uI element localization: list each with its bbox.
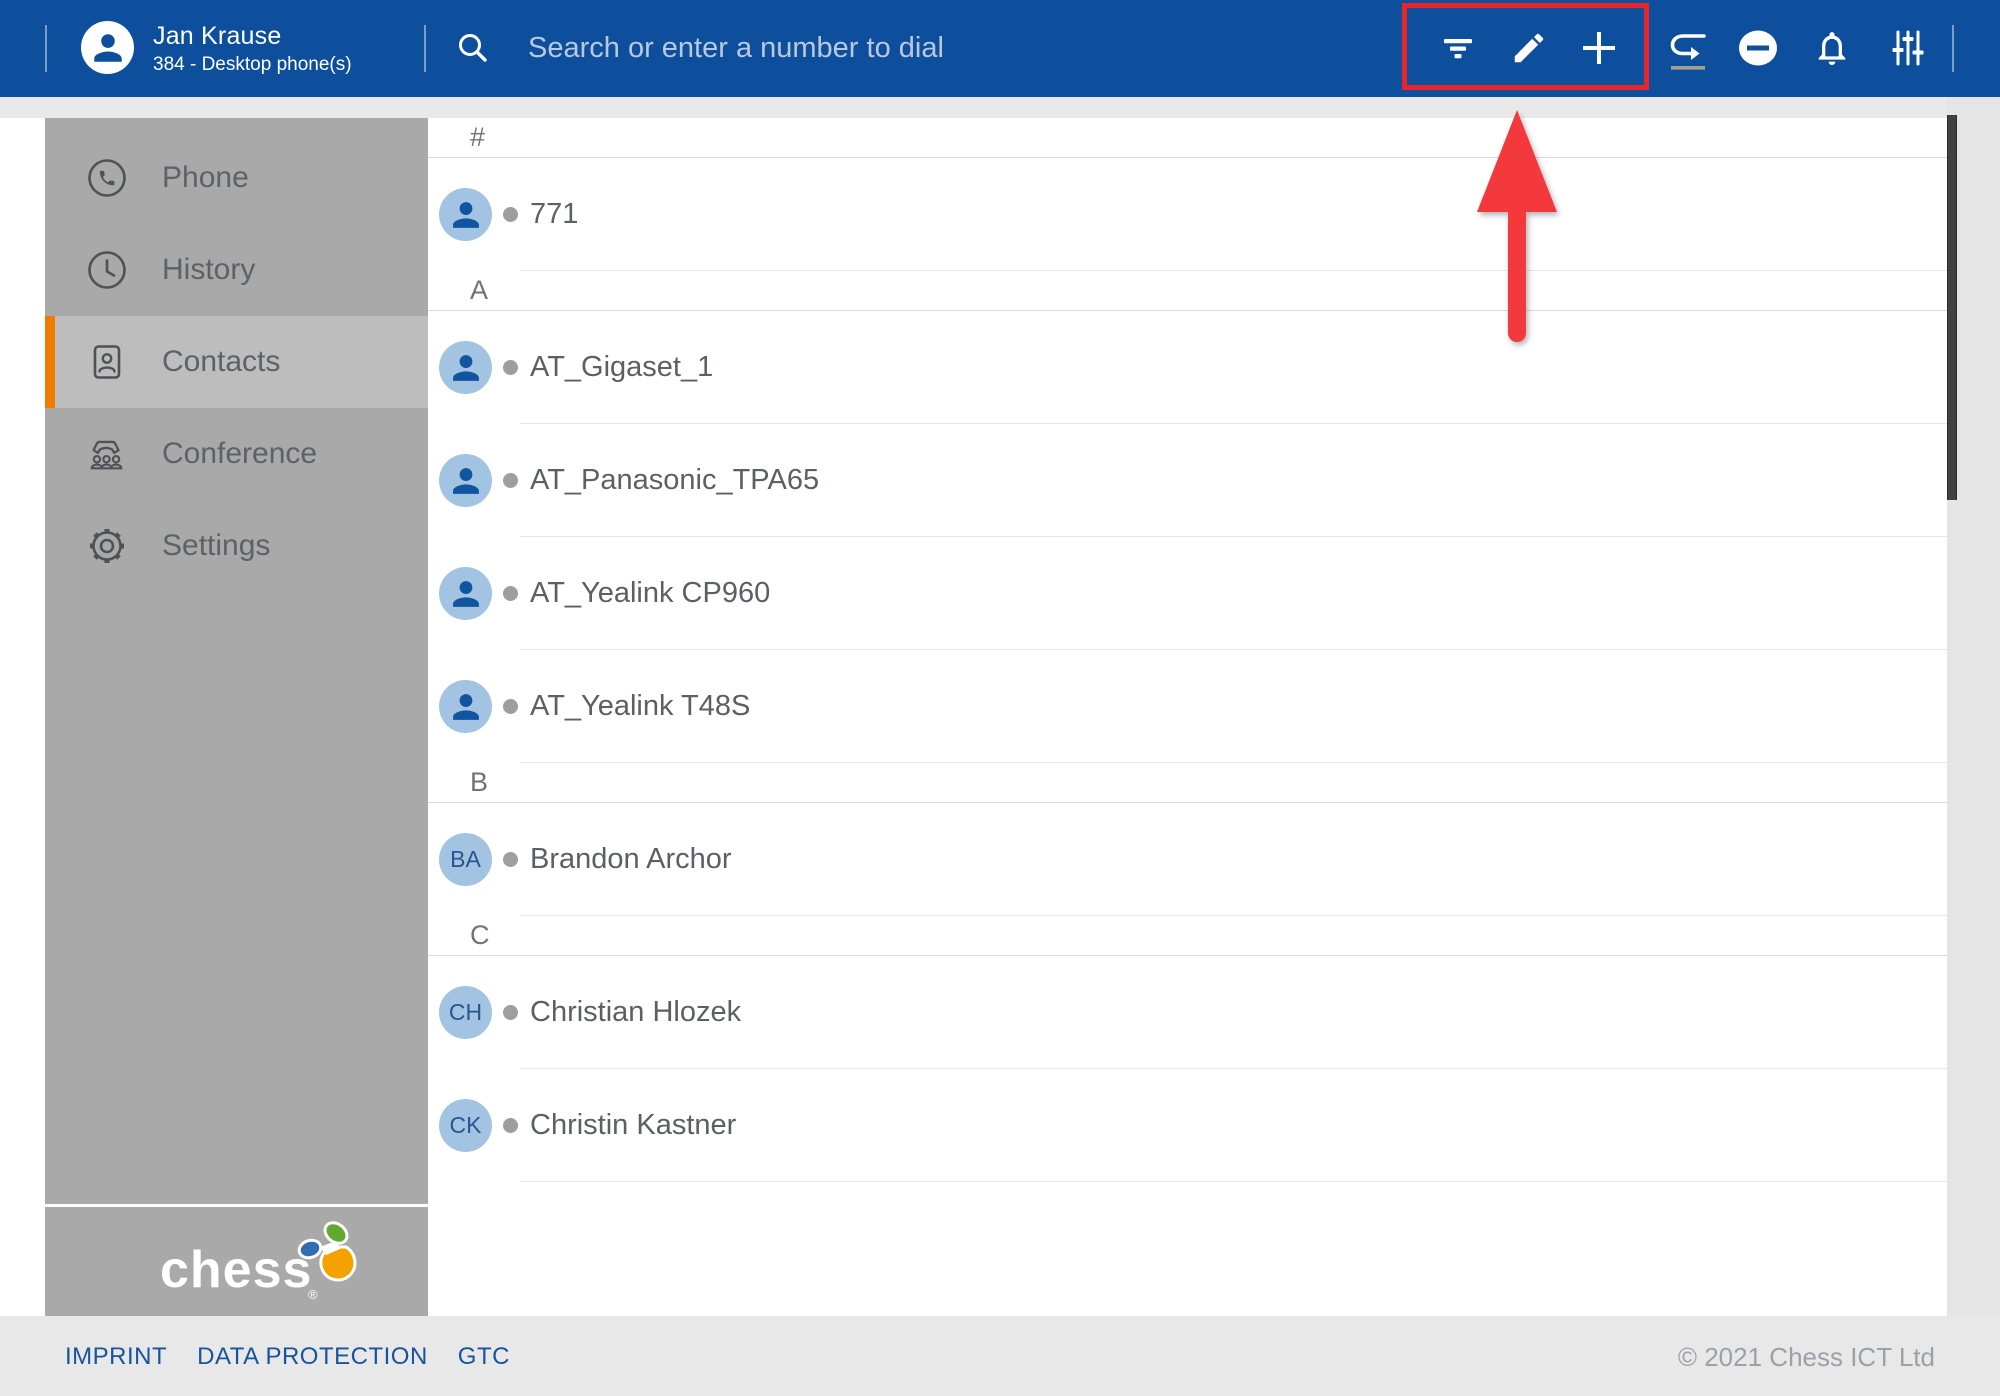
contacts-icon <box>85 340 129 384</box>
copyright-text: © 2021 Chess ICT Ltd <box>1678 1342 1935 1373</box>
contact-name: AT_Gigaset_1 <box>530 351 713 384</box>
contact-name: AT_Yealink T48S <box>530 690 750 723</box>
person-icon <box>450 352 482 384</box>
person-icon <box>450 578 482 610</box>
sidebar: Phone History Contacts <box>45 118 428 1204</box>
phone-icon <box>85 156 129 200</box>
chess-logo: chess ® <box>150 1215 390 1315</box>
avatar-initials: BA <box>450 846 481 873</box>
contacts-list: # 771 A AT_Gigaset_1 <box>428 118 1947 1316</box>
sidebar-item-conference[interactable]: Conference <box>45 408 428 500</box>
avatar-initials: CK <box>450 1112 482 1139</box>
user-name: Jan Krause <box>153 22 281 51</box>
group-header: # <box>428 118 1947 158</box>
sidebar-item-label: History <box>162 253 255 287</box>
presence-dot <box>503 360 518 375</box>
imprint-link[interactable]: IMPRINT <box>65 1343 167 1371</box>
contact-row[interactable]: 771 <box>428 158 1947 271</box>
contact-row[interactable]: AT_Yealink T48S <box>428 650 1947 763</box>
sidebar-item-contacts[interactable]: Contacts <box>45 316 428 408</box>
contact-row[interactable]: AT_Panasonic_TPA65 <box>428 424 1947 537</box>
contact-row[interactable]: CH Christian Hlozek <box>428 956 1947 1069</box>
group-letter: B <box>470 767 488 798</box>
contact-name: AT_Yealink CP960 <box>530 577 770 610</box>
sidebar-item-phone[interactable]: Phone <box>45 132 428 224</box>
annotation-arrow-up <box>1457 104 1579 354</box>
brand-block: chess ® <box>45 1207 428 1316</box>
contact-avatar <box>439 454 492 507</box>
svg-text:®: ® <box>308 1287 318 1302</box>
sidebar-item-label: Settings <box>162 529 270 563</box>
person-icon <box>450 199 482 231</box>
logo-text: chess <box>160 1241 312 1299</box>
presence-dot <box>503 699 518 714</box>
contact-avatar <box>439 567 492 620</box>
footer-links: IMPRINT DATA PROTECTION GTC <box>65 1343 510 1371</box>
history-icon <box>85 248 129 292</box>
presence-dot <box>503 1005 518 1020</box>
sidebar-item-settings[interactable]: Settings <box>45 500 428 592</box>
person-icon <box>91 31 125 65</box>
divider <box>45 25 47 72</box>
contact-name: Christin Kastner <box>530 1109 736 1142</box>
presence-dot <box>503 586 518 601</box>
group-header: B <box>428 763 1947 803</box>
group-header: C <box>428 916 1947 956</box>
contact-avatar <box>439 680 492 733</box>
annotation-highlight-box <box>1402 3 1649 90</box>
search-icon <box>455 30 491 66</box>
group-letter: # <box>470 122 485 153</box>
contact-name: Brandon Archor <box>530 843 732 876</box>
contact-name: 771 <box>530 198 578 231</box>
user-avatar[interactable] <box>81 21 134 74</box>
gtc-link[interactable]: GTC <box>458 1343 510 1371</box>
avatar-initials: CH <box>449 999 482 1026</box>
contact-avatar <box>439 341 492 394</box>
person-icon <box>450 465 482 497</box>
search-input[interactable]: Search or enter a number to dial <box>528 32 944 65</box>
call-pull-icon[interactable] <box>1664 24 1712 72</box>
divider <box>424 25 426 72</box>
contact-avatar: BA <box>439 833 492 886</box>
tune-icon[interactable] <box>1884 24 1932 72</box>
group-header: A <box>428 271 1947 311</box>
gear-icon <box>85 524 129 568</box>
sidebar-item-label: Contacts <box>162 345 280 379</box>
divider <box>1952 25 1954 72</box>
data-protection-link[interactable]: DATA PROTECTION <box>197 1343 428 1371</box>
contact-row[interactable]: AT_Gigaset_1 <box>428 311 1947 424</box>
contact-avatar <box>439 188 492 241</box>
contact-row[interactable]: CK Christin Kastner <box>428 1069 1947 1182</box>
group-letter: A <box>470 275 488 306</box>
sidebar-item-label: Conference <box>162 437 317 471</box>
presence-dot <box>503 852 518 867</box>
header-spacer <box>0 97 2000 118</box>
user-device: 384 - Desktop phone(s) <box>153 54 352 76</box>
contact-row[interactable]: AT_Yealink CP960 <box>428 537 1947 650</box>
presence-dot <box>503 207 518 222</box>
conference-icon <box>85 432 129 476</box>
do-not-disturb-icon[interactable] <box>1734 24 1782 72</box>
presence-dot <box>503 1118 518 1133</box>
sidebar-item-history[interactable]: History <box>45 224 428 316</box>
group-letter: C <box>470 920 490 951</box>
notifications-icon[interactable] <box>1808 24 1856 72</box>
contact-row[interactable]: BA Brandon Archor <box>428 803 1947 916</box>
softphone-app: Jan Krause 384 - Desktop phone(s) Search… <box>0 0 2000 1396</box>
contact-avatar: CK <box>439 1099 492 1152</box>
scrollbar-thumb[interactable] <box>1947 115 1957 500</box>
footer: IMPRINT DATA PROTECTION GTC © 2021 Chess… <box>0 1316 2000 1396</box>
contact-name: Christian Hlozek <box>530 996 741 1029</box>
person-icon <box>450 691 482 723</box>
top-bar: Jan Krause 384 - Desktop phone(s) Search… <box>0 0 2000 97</box>
contact-name: AT_Panasonic_TPA65 <box>530 464 819 497</box>
sidebar-item-label: Phone <box>162 161 249 195</box>
presence-dot <box>503 473 518 488</box>
contact-avatar: CH <box>439 986 492 1039</box>
